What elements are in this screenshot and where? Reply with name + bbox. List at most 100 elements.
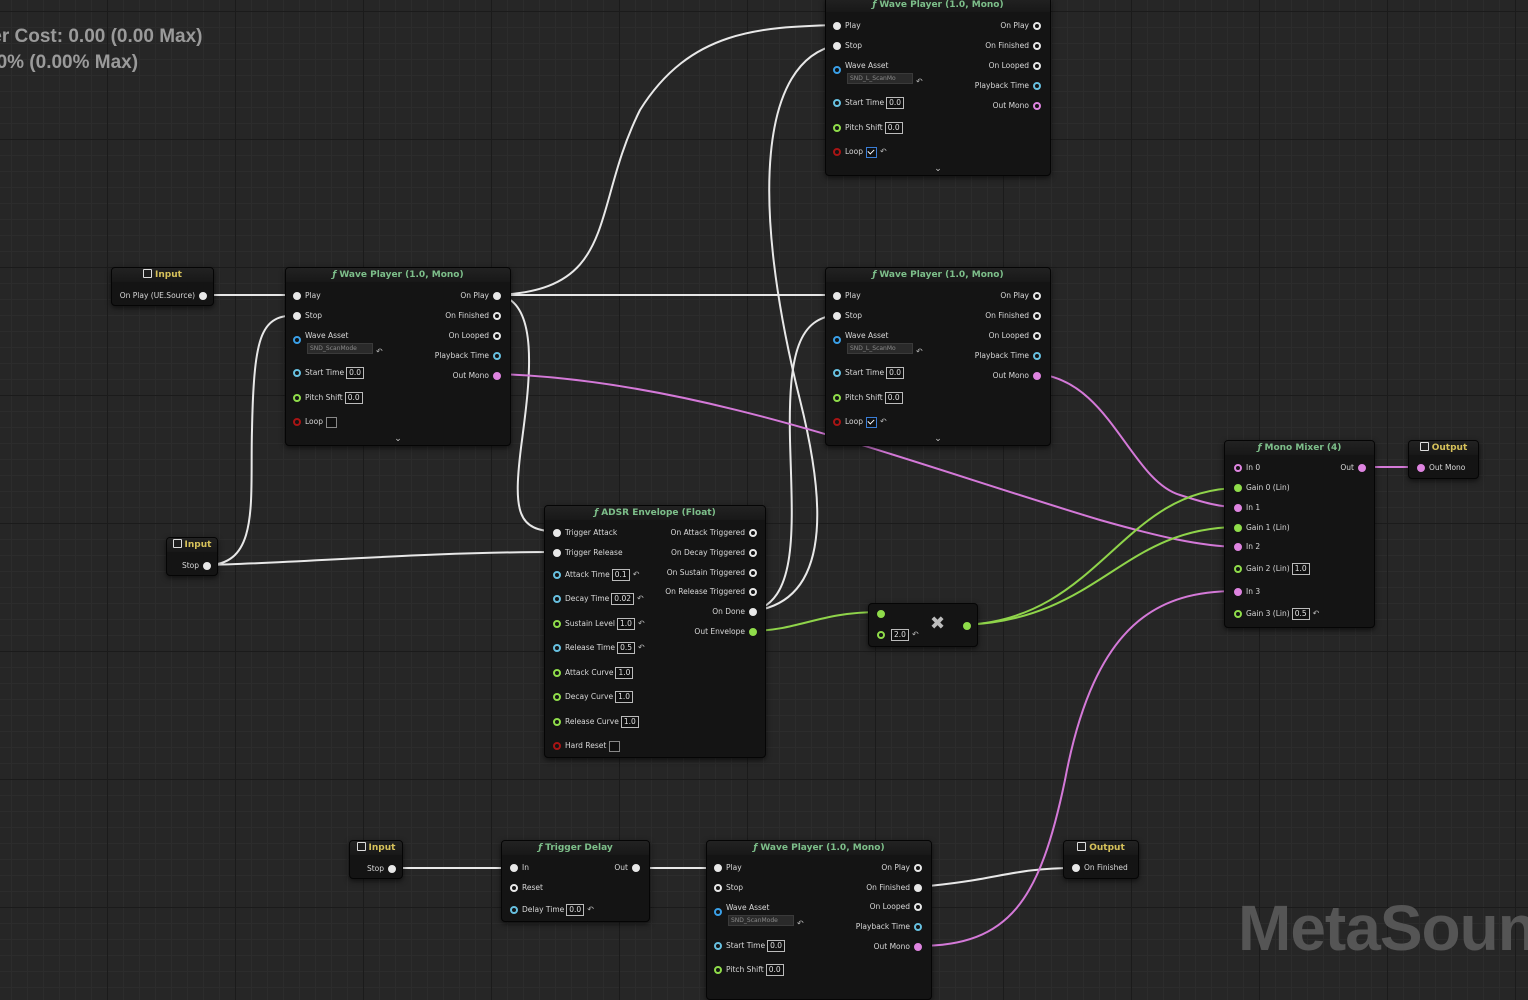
start-time-field[interactable]: 0.0 bbox=[886, 97, 905, 109]
audio-pin-icon[interactable] bbox=[1234, 588, 1242, 596]
start-time-field[interactable]: 0.0 bbox=[346, 367, 365, 379]
pin-playback-time[interactable]: Playback Time bbox=[852, 920, 922, 934]
audio-pin-icon[interactable] bbox=[914, 943, 922, 951]
pin-play[interactable]: Play bbox=[833, 19, 865, 33]
exec-pin-icon[interactable] bbox=[833, 292, 841, 300]
exec-pin-icon[interactable] bbox=[493, 312, 501, 320]
audio-pin-icon[interactable] bbox=[1417, 464, 1425, 472]
time-pin-icon[interactable] bbox=[553, 644, 561, 652]
pin-playback-time[interactable]: Playback Time bbox=[431, 349, 501, 363]
audio-pin-icon[interactable] bbox=[1234, 464, 1242, 472]
float-pin-icon[interactable] bbox=[1234, 484, 1242, 492]
float-pin-icon[interactable] bbox=[963, 622, 971, 630]
pin-on-looped[interactable]: On Looped bbox=[866, 900, 922, 914]
exec-pin-icon[interactable] bbox=[1033, 62, 1041, 70]
object-pin-icon[interactable] bbox=[833, 336, 841, 344]
pin-wave-asset[interactable]: Wave Asset SND_L_ScanMo ↶ bbox=[833, 329, 927, 356]
pin-on-play[interactable]: On Play bbox=[996, 289, 1041, 303]
float-pin-icon[interactable] bbox=[1234, 565, 1242, 573]
pitch-shift-field[interactable]: 0.0 bbox=[765, 964, 784, 976]
pin-out-mono[interactable]: Out Mono bbox=[989, 369, 1041, 383]
pin-pitch-shift[interactable]: Pitch Shift 0.0 bbox=[833, 391, 907, 405]
pin-on-looped[interactable]: On Looped bbox=[985, 329, 1041, 343]
wave-player-node-1[interactable]: ƒ Wave Player (1.0, Mono) Play Stop Wave … bbox=[285, 267, 511, 446]
pin-stop[interactable]: Stop bbox=[363, 862, 396, 876]
exec-pin-icon[interactable] bbox=[199, 292, 207, 300]
reset-icon[interactable]: ↶ bbox=[638, 643, 645, 652]
time-pin-icon[interactable] bbox=[493, 352, 501, 360]
pitch-shift-field[interactable]: 0.0 bbox=[884, 392, 903, 404]
pitch-shift-field[interactable]: 0.0 bbox=[344, 392, 363, 404]
start-time-field[interactable]: 0.0 bbox=[886, 367, 905, 379]
exec-pin-icon[interactable] bbox=[749, 608, 757, 616]
float-pin-icon[interactable] bbox=[833, 124, 841, 132]
pin-on-release-triggered[interactable]: On Release Triggered bbox=[661, 585, 757, 599]
time-pin-icon[interactable] bbox=[914, 923, 922, 931]
pin-in-3[interactable]: In 3 bbox=[1234, 585, 1264, 599]
wave-asset-picker[interactable]: SND_L_ScanMo bbox=[847, 73, 913, 84]
wave-player-node-2[interactable]: ƒ Wave Player (1.0, Mono) Play Stop Wave … bbox=[825, 0, 1051, 176]
object-pin-icon[interactable] bbox=[293, 336, 301, 344]
loop-checkbox[interactable] bbox=[866, 416, 877, 428]
multiplier-field[interactable]: 2.0 bbox=[891, 629, 909, 641]
pin-start-time[interactable]: Start Time 0.0 bbox=[714, 939, 789, 953]
pin-playback-time[interactable]: Playback Time bbox=[971, 349, 1041, 363]
exec-pin-icon[interactable] bbox=[203, 562, 211, 570]
expand-chevron-icon[interactable]: ⌄ bbox=[286, 434, 510, 444]
pin-start-time[interactable]: Start Time 0.0 bbox=[293, 366, 368, 380]
exec-pin-icon[interactable] bbox=[1033, 22, 1041, 30]
time-pin-icon[interactable] bbox=[833, 99, 841, 107]
pin-play[interactable]: Play bbox=[293, 289, 325, 303]
pin-delay-time[interactable]: Delay Time 0.0 ↶ bbox=[510, 903, 598, 917]
pin-out-envelope[interactable]: Out Envelope bbox=[690, 625, 757, 639]
wave-player-node-4[interactable]: ƒ Wave Player (1.0, Mono) Play Stop Wave … bbox=[706, 840, 932, 1000]
pin-on-finished[interactable]: On Finished bbox=[1072, 861, 1132, 875]
pin-in-1[interactable]: In 1 bbox=[1234, 501, 1264, 515]
pitch-shift-field[interactable]: 0.0 bbox=[884, 122, 903, 134]
float-pin-icon[interactable] bbox=[749, 628, 757, 636]
pin-play[interactable]: Play bbox=[833, 289, 865, 303]
pin-out-mono[interactable]: Out Mono bbox=[1417, 461, 1469, 475]
float-pin-icon[interactable] bbox=[553, 669, 561, 677]
exec-pin-icon[interactable] bbox=[553, 549, 561, 557]
pin-pitch-shift[interactable]: Pitch Shift 0.0 bbox=[833, 121, 907, 135]
pin-release-curve[interactable]: Release Curve 1.0 bbox=[553, 715, 643, 729]
exec-pin-icon[interactable] bbox=[1033, 292, 1041, 300]
pin-gain-1[interactable]: Gain 1 (Lin) bbox=[1234, 521, 1294, 535]
float-pin-icon[interactable] bbox=[293, 394, 301, 402]
float-pin-icon[interactable] bbox=[877, 610, 885, 618]
decay-curve-field[interactable]: 1.0 bbox=[615, 691, 634, 703]
float-pin-icon[interactable] bbox=[553, 620, 561, 628]
exec-pin-icon[interactable] bbox=[1033, 312, 1041, 320]
pin-on-play-source[interactable]: On Play (UE.Source) bbox=[116, 289, 207, 303]
exec-pin-icon[interactable] bbox=[833, 22, 841, 30]
release-time-field[interactable]: 0.5 bbox=[617, 642, 636, 654]
pin-sustain-level[interactable]: Sustain Level 1.0 ↶ bbox=[553, 617, 649, 631]
pin-out-mono[interactable]: Out Mono bbox=[870, 940, 922, 954]
wave-asset-picker[interactable]: SND_ScanMode bbox=[728, 915, 794, 926]
pin-out[interactable]: Out bbox=[610, 861, 640, 875]
pin-on-play[interactable]: On Play bbox=[996, 19, 1041, 33]
start-time-field[interactable]: 0.0 bbox=[767, 940, 786, 952]
pin-stop[interactable]: Stop bbox=[714, 881, 747, 895]
decay-time-field[interactable]: 0.02 bbox=[611, 593, 634, 605]
pin-pitch-shift[interactable]: Pitch Shift 0.0 bbox=[293, 391, 367, 405]
reset-icon[interactable]: ↶ bbox=[797, 919, 804, 928]
pin-wave-asset[interactable]: Wave Asset SND_ScanMode ↶ bbox=[293, 329, 387, 356]
exec-pin-icon[interactable] bbox=[510, 864, 518, 872]
time-pin-icon[interactable] bbox=[1033, 352, 1041, 360]
pin-out-mono[interactable]: Out Mono bbox=[449, 369, 501, 383]
trigger-delay-node[interactable]: ƒ Trigger Delay In Reset Delay Time 0.0 ↶ O… bbox=[501, 840, 650, 922]
sustain-level-field[interactable]: 1.0 bbox=[616, 618, 635, 630]
bool-pin-icon[interactable] bbox=[553, 742, 561, 750]
exec-pin-icon[interactable] bbox=[833, 42, 841, 50]
exec-pin-icon[interactable] bbox=[749, 569, 757, 577]
pin-on-attack-triggered[interactable]: On Attack Triggered bbox=[667, 526, 757, 540]
pin-out[interactable]: Out bbox=[1336, 461, 1366, 475]
release-curve-field[interactable]: 1.0 bbox=[620, 716, 639, 728]
object-pin-icon[interactable] bbox=[833, 66, 841, 74]
input-node-stop-2[interactable]: Input Stop bbox=[349, 840, 403, 879]
pin-decay-curve[interactable]: Decay Curve 1.0 bbox=[553, 690, 637, 704]
pin-gain-0[interactable]: Gain 0 (Lin) bbox=[1234, 481, 1294, 495]
pin-release-time[interactable]: Release Time 0.5 ↶ bbox=[553, 641, 649, 655]
